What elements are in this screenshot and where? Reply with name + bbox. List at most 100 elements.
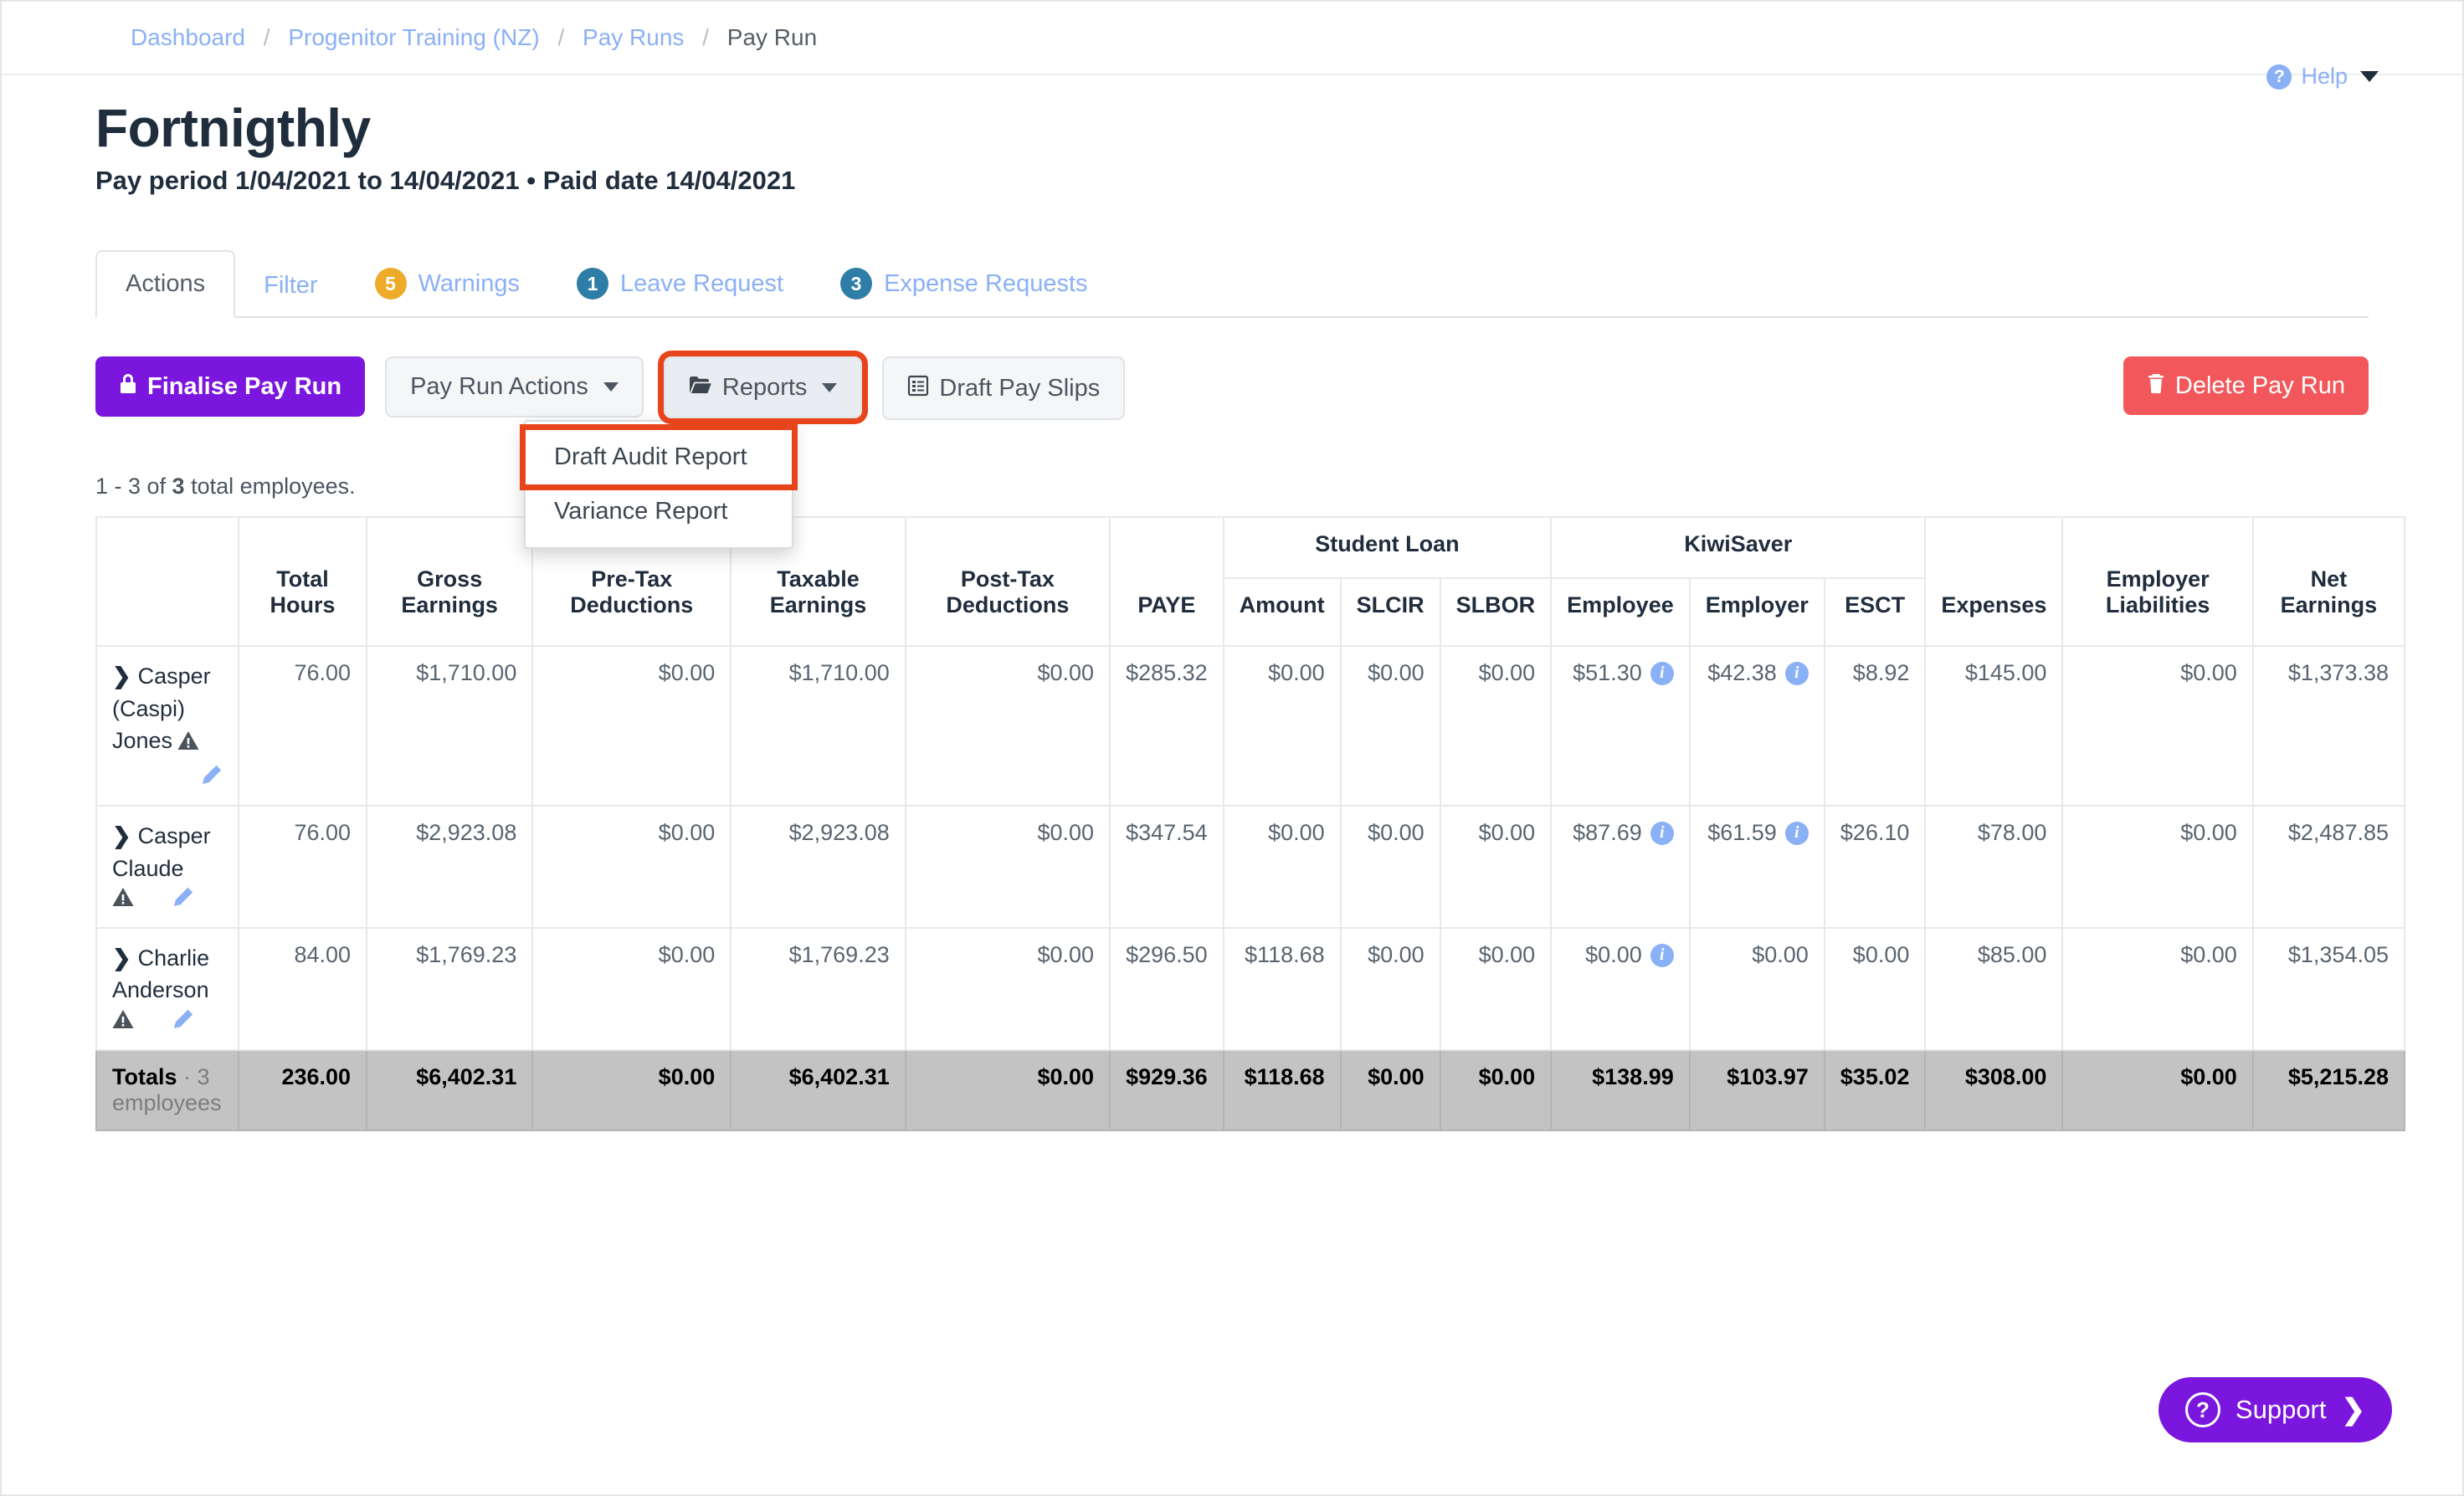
help-menu[interactable]: ? Help <box>2266 64 2379 90</box>
cell-ks-employee: $87.69 i <box>1551 806 1690 928</box>
delete-pay-run-button[interactable]: Delete Pay Run <box>2123 356 2369 415</box>
column-header-employer-liabilities: Employer Liabilities <box>2062 517 2252 646</box>
chevron-right-icon[interactable]: ❯ <box>112 820 131 852</box>
employee-cell: ❯Charlie Anderson <box>96 928 239 1050</box>
tab-actions[interactable]: Actions <box>95 250 235 318</box>
folder-open-icon <box>689 375 712 400</box>
chevron-right-icon: ❯ <box>2342 1393 2366 1427</box>
table-header-group-row: Total Hours Gross Earnings Pre-Tax Deduc… <box>96 517 2405 578</box>
breadcrumb: Dashboard / Progenitor Training (NZ) / P… <box>2 2 2462 75</box>
employee-name[interactable]: ❯Charlie Anderson <box>112 942 223 1007</box>
column-header-sl-amount: Amount <box>1224 578 1341 646</box>
totals-net-earnings: $5,215.28 <box>2253 1050 2405 1130</box>
pay-run-actions-button[interactable]: Pay Run Actions <box>385 356 644 418</box>
tab-label: Expense Requests <box>884 270 1087 298</box>
tab-warnings[interactable]: 5 Warnings <box>346 249 548 318</box>
support-button[interactable]: ? Support ❯ <box>2159 1377 2392 1442</box>
column-group-header-student-loan: Student Loan <box>1224 517 1551 578</box>
edit-pencil-icon[interactable] <box>172 886 194 914</box>
menu-item-variance-report[interactable]: Variance Report <box>526 484 792 539</box>
cell-ks-employee-value: $0.00 <box>1585 942 1642 968</box>
delete-pay-run-label: Delete Pay Run <box>2175 374 2345 398</box>
tab-leave-request[interactable]: 1 Leave Request <box>548 249 812 318</box>
employee-name[interactable]: ❯Casper Claude <box>112 820 223 884</box>
warning-icon[interactable] <box>177 727 199 759</box>
cell-paye: $347.54 <box>1110 806 1224 928</box>
menu-item-draft-audit-report[interactable]: Draft Audit Report <box>526 430 792 484</box>
cell-ks-employer: $42.38 i <box>1690 646 1825 806</box>
cell-total-hours: 76.00 <box>239 646 367 806</box>
column-header-employee <box>96 517 239 646</box>
chevron-right-icon[interactable]: ❯ <box>112 660 131 692</box>
cell-ks-employer-value: $42.38 <box>1707 660 1777 686</box>
cell-slcir: $0.00 <box>1341 646 1440 806</box>
cell-taxable-earnings: $2,923.08 <box>731 806 905 928</box>
count-suffix: total employees. <box>185 474 356 499</box>
menu-item-label: Variance Report <box>554 498 727 525</box>
chevron-right-icon[interactable]: ❯ <box>112 942 131 974</box>
info-icon[interactable]: i <box>1650 662 1674 685</box>
cell-gross-earnings: $1,769.23 <box>367 928 532 1050</box>
breadcrumb-separator: / <box>702 24 709 50</box>
cell-expenses: $78.00 <box>1925 806 2062 928</box>
column-header-slcir: SLCIR <box>1341 578 1440 646</box>
cell-slcir: $0.00 <box>1341 928 1440 1050</box>
finalise-pay-run-button[interactable]: Finalise Pay Run <box>95 356 365 417</box>
cell-ks-employer: $0.00 <box>1690 928 1825 1050</box>
cell-sl-amount: $0.00 <box>1224 806 1341 928</box>
tab-label: Warnings <box>418 270 520 298</box>
table-body: ❯Casper (Caspi) Jones 76.00 $1,710.00 $0… <box>96 646 2405 1130</box>
draft-pay-slips-button[interactable]: Draft Pay Slips <box>882 356 1125 420</box>
count-total: 3 <box>172 474 185 499</box>
edit-pencil-icon[interactable] <box>112 764 223 792</box>
cell-expenses: $85.00 <box>1925 928 2062 1050</box>
employee-name[interactable]: ❯Casper (Caspi) Jones <box>112 660 223 759</box>
page-header: ? Help Fortnigthly Pay period 1/04/2021 … <box>2 75 2462 196</box>
employee-row-icons <box>112 886 223 914</box>
expense-requests-count-badge: 3 <box>840 268 872 300</box>
info-icon[interactable]: i <box>1650 944 1674 967</box>
column-header-slbor: SLBOR <box>1440 578 1552 646</box>
table-row: ❯Casper (Caspi) Jones 76.00 $1,710.00 $0… <box>96 646 2405 806</box>
info-icon[interactable]: i <box>1785 822 1809 845</box>
totals-post-tax-deductions: $0.00 <box>906 1050 1110 1130</box>
info-icon[interactable]: i <box>1650 822 1674 845</box>
cell-ks-employee-value: $51.30 <box>1573 660 1642 686</box>
lock-icon <box>119 373 137 400</box>
tab-filter[interactable]: Filter <box>235 254 346 318</box>
cell-ks-employee-value: $87.69 <box>1573 820 1642 846</box>
cell-post-tax-deductions: $0.00 <box>906 806 1110 928</box>
cell-taxable-earnings: $1,769.23 <box>731 928 905 1050</box>
column-header-net-earnings: Net Earnings <box>2253 517 2405 646</box>
warning-icon[interactable] <box>112 1009 134 1035</box>
info-icon[interactable]: i <box>1785 662 1809 685</box>
cell-pre-tax-deductions: $0.00 <box>532 928 731 1050</box>
totals-label: Totals <box>112 1064 177 1089</box>
cell-sl-amount: $0.00 <box>1224 646 1341 806</box>
tab-expense-requests[interactable]: 3 Expense Requests <box>812 249 1116 318</box>
cell-slcir: $0.00 <box>1341 806 1440 928</box>
column-header-gross-earnings: Gross Earnings <box>367 517 532 646</box>
breadcrumb-item-company[interactable]: Progenitor Training (NZ) <box>288 24 539 50</box>
reports-button[interactable]: Reports <box>664 356 863 418</box>
breadcrumb-item-dashboard[interactable]: Dashboard <box>131 24 245 50</box>
tab-bar: Actions Filter 5 Warnings 1 Leave Reques… <box>95 248 2369 318</box>
cell-paye: $296.50 <box>1110 928 1224 1050</box>
chevron-down-icon <box>822 383 837 392</box>
cell-pre-tax-deductions: $0.00 <box>532 646 731 806</box>
breadcrumb-item-pay-runs[interactable]: Pay Runs <box>583 24 684 50</box>
cell-expenses: $145.00 <box>1925 646 2062 806</box>
totals-slbor: $0.00 <box>1440 1050 1552 1130</box>
totals-employer-liabilities: $0.00 <box>2062 1050 2252 1130</box>
breadcrumb-separator: / <box>264 24 270 50</box>
tab-label: Filter <box>264 272 317 300</box>
breadcrumb-item-current: Pay Run <box>727 24 817 50</box>
column-group-header-kiwisaver: KiwiSaver <box>1551 517 1925 578</box>
table-row: ❯Casper Claude 76.00 $2,923.08 $0.00 $2,… <box>96 806 2405 928</box>
edit-pencil-icon[interactable] <box>172 1008 194 1036</box>
cell-post-tax-deductions: $0.00 <box>906 646 1110 806</box>
pay-run-table-wrapper: Total Hours Gross Earnings Pre-Tax Deduc… <box>95 516 2405 1130</box>
count-prefix: 1 - 3 of <box>95 474 172 499</box>
warning-icon[interactable] <box>112 887 134 913</box>
cell-taxable-earnings: $1,710.00 <box>731 646 905 806</box>
